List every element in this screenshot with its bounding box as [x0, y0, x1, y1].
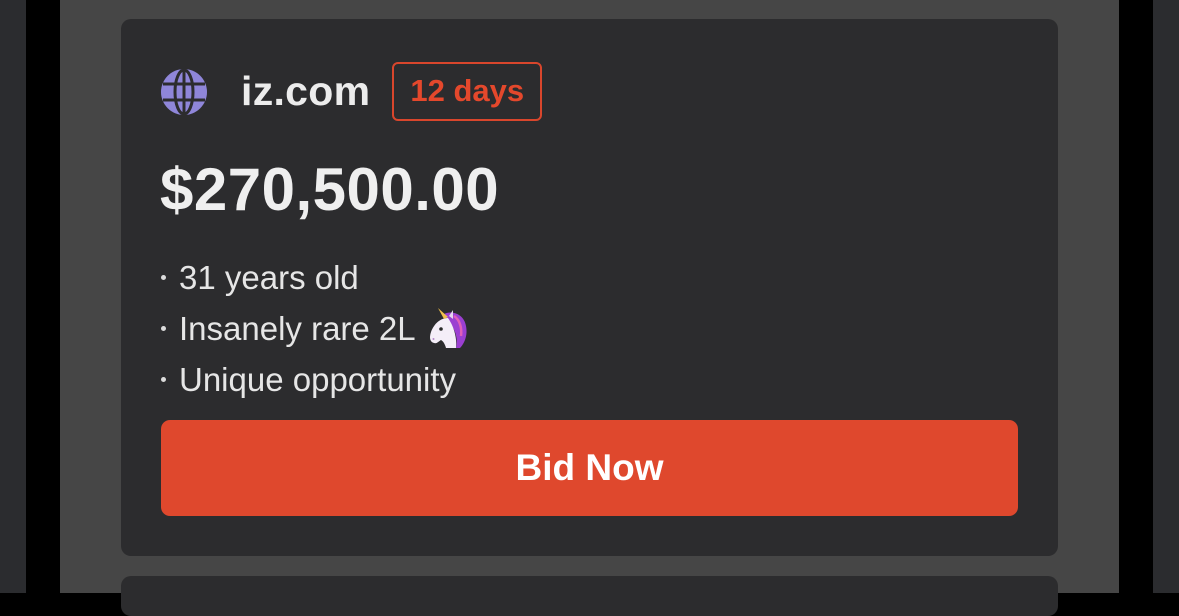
bullet: [161, 377, 166, 382]
globe-icon: [160, 68, 208, 116]
right-edge: [1153, 0, 1179, 593]
listing-price: $270,500.00: [160, 156, 500, 223]
left-edge: [0, 0, 26, 593]
bullet: [161, 275, 166, 280]
feature-list: 31 years old Insanely rare 2L Unique opp…: [161, 252, 470, 405]
domain-listing-card: iz.com 12 days $270,500.00 31 years old …: [121, 19, 1058, 556]
next-listing-card[interactable]: [121, 576, 1058, 616]
bid-now-button[interactable]: Bid Now: [161, 420, 1018, 516]
feature-text: Insanely rare 2L: [179, 309, 416, 347]
time-left-badge: 12 days: [392, 62, 543, 121]
feature-item: 31 years old: [161, 252, 470, 303]
feature-text: 31 years old: [179, 258, 359, 296]
feature-text: Unique opportunity: [179, 360, 457, 398]
listing-header: iz.com 12 days: [160, 62, 543, 121]
bullet: [161, 326, 166, 331]
domain-name[interactable]: iz.com: [241, 68, 370, 115]
feature-item: Insanely rare 2L: [161, 303, 470, 354]
unicorn-icon: [426, 307, 470, 350]
feature-item: Unique opportunity: [161, 354, 470, 405]
